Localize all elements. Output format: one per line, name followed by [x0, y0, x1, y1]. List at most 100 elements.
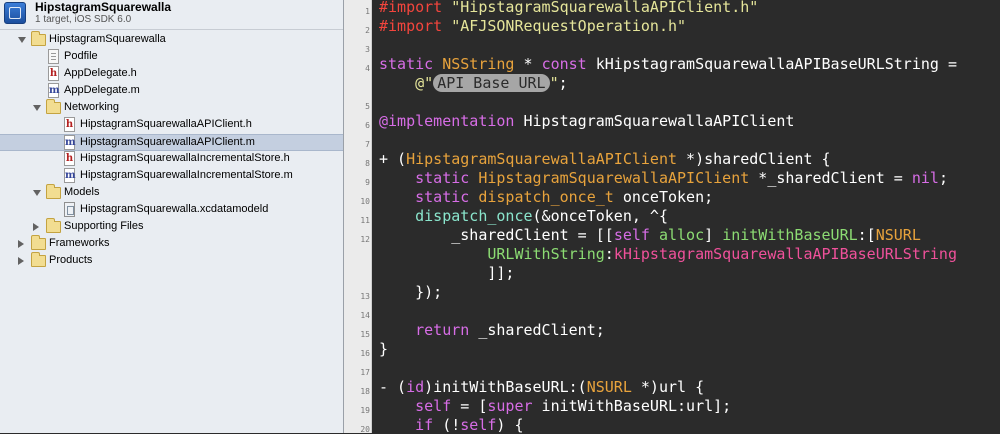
code-token: = [	[451, 397, 488, 415]
code-token: self	[613, 226, 650, 244]
disclosure-open-icon[interactable]	[18, 37, 26, 43]
navigator-file[interactable]: Podfile	[0, 49, 343, 66]
code-token: _sharedClient = [[	[451, 226, 614, 244]
navigator-item-label: HipstagramSquarewalla.xcdatamodeld	[80, 203, 269, 215]
project-header[interactable]: HipstagramSquarewalla 1 target, iOS SDK …	[0, 0, 343, 28]
navigator-item-label: Networking	[64, 101, 120, 113]
code-token: });	[415, 283, 443, 301]
code-token: "	[549, 74, 559, 92]
navigator-item-label: Podfile	[64, 50, 98, 62]
document-icon	[48, 49, 59, 64]
code-line: });	[379, 283, 442, 301]
code-token: self	[460, 416, 497, 433]
code-line: dispatch_once(&onceToken, ^{	[379, 207, 668, 225]
disclosure-closed-icon[interactable]	[18, 240, 24, 248]
code-token: HipstagramSquarewallaAPIClient	[406, 150, 678, 168]
code-token: HipstagramSquarewallaAPIClient	[478, 169, 750, 187]
navigator-file[interactable]: m HipstagramSquarewallaIncrementalStore.m	[0, 168, 343, 185]
line-number: 18	[360, 387, 370, 396]
navigator-item-label: Models	[64, 186, 100, 198]
navigator-item-label: HipstagramSquarewallaIncrementalStore.m	[80, 169, 293, 181]
navigator-file[interactable]: h AppDelegate.h	[0, 66, 343, 83]
disclosure-closed-icon[interactable]	[33, 223, 39, 231]
code-token: )initWithBaseURL:(	[424, 378, 587, 396]
disclosure-closed-icon[interactable]	[18, 257, 24, 265]
code-token: #import	[379, 17, 452, 35]
code-token: initWithBaseURL	[722, 226, 858, 244]
code-token: "AFJSONRequestOperation.h"	[451, 17, 687, 35]
project-name: HipstagramSquarewalla	[35, 0, 172, 14]
line-number: 4	[365, 64, 370, 73]
navigator-item-label: Products	[49, 254, 93, 266]
navigator-item-label: HipstagramSquarewallaAPIClient.h	[80, 118, 252, 130]
code-token: ) {	[496, 416, 524, 433]
code-token: static	[379, 55, 434, 73]
objc-source-file-icon: m	[64, 168, 76, 183]
project-navigator: HipstagramSquarewalla 1 target, iOS SDK …	[0, 0, 344, 433]
line-number: 11	[360, 216, 370, 225]
code-token: NSString	[442, 55, 515, 73]
folder-icon	[46, 99, 61, 114]
code-token: static	[415, 188, 470, 206]
code-line: URLWithString:kHipstagramSquarewallaAPIB…	[379, 245, 957, 263]
code-token: *_sharedClient =	[749, 169, 912, 187]
code-token: HipstagramSquarewallaAPIClient	[514, 112, 795, 130]
objc-source-file-icon: m	[64, 135, 76, 150]
line-number: 12	[360, 235, 370, 244]
placeholder-token[interactable]: API Base URL	[433, 74, 550, 92]
navigator-item-label: Supporting Files	[64, 220, 144, 232]
navigator-item-label: HipstagramSquarewallaAPIClient.m	[80, 136, 255, 148]
navigator-file[interactable]: m AppDelegate.m	[0, 83, 343, 100]
navigator-folder[interactable]: Products	[0, 252, 343, 270]
navigator-item-label: HipstagramSquarewallaIncrementalStore.h	[80, 152, 290, 164]
source-editor[interactable]: #import "HipstagramSquarewallaAPIClient.…	[372, 0, 1000, 433]
code-line: if (!self) {	[379, 416, 524, 433]
navigator-file[interactable]: m HipstagramSquarewallaAPIClient.m	[0, 134, 343, 151]
project-subtitle: 1 target, iOS SDK 6.0	[35, 14, 132, 25]
line-number: 15	[360, 330, 370, 339]
code-token: @"	[415, 74, 434, 92]
code-token: *)url {	[631, 378, 705, 396]
navigator-item-label: AppDelegate.h	[64, 67, 137, 79]
folder-icon	[46, 218, 61, 233]
navigator-folder[interactable]: HipstagramSquarewalla	[0, 31, 343, 49]
navigator-file[interactable]: h HipstagramSquarewallaIncrementalStore.h	[0, 151, 343, 168]
line-number: 16	[360, 349, 370, 358]
header-file-icon: h	[64, 117, 75, 132]
code-token: ]];	[487, 264, 515, 282]
code-token: dispatch_once_t	[478, 188, 614, 206]
disclosure-open-icon[interactable]	[33, 190, 41, 196]
folder-icon	[31, 31, 46, 46]
code-token: const	[541, 55, 587, 73]
code-token: (!	[433, 416, 461, 433]
code-line: }	[379, 340, 388, 358]
code-token: kHipstagramSquarewallaAPIBaseURLString =	[586, 55, 967, 73]
line-number: 7	[365, 140, 370, 149]
code-line: #import "AFJSONRequestOperation.h"	[379, 17, 686, 35]
navigator-file[interactable]: h HipstagramSquarewallaAPIClient.h	[0, 117, 343, 134]
code-token: ;	[938, 169, 948, 187]
code-token: kHipstagramSquarewallaAPIBaseURLString	[613, 245, 957, 263]
code-line: ]];	[379, 264, 514, 282]
code-token: *)sharedClient {	[677, 150, 831, 168]
header-file-icon: h	[48, 66, 59, 81]
navigator-file[interactable]: HipstagramSquarewalla.xcdatamodeld	[0, 202, 343, 219]
navigator-folder[interactable]: Supporting Files	[0, 218, 343, 236]
data-model-icon	[64, 202, 75, 217]
disclosure-open-icon[interactable]	[33, 105, 41, 111]
divider	[0, 29, 343, 30]
code-token: _sharedClient;	[469, 321, 605, 339]
navigator-folder[interactable]: Models	[0, 184, 343, 202]
code-token: if	[415, 416, 434, 433]
navigator-item-label: HipstagramSquarewalla	[49, 33, 166, 45]
code-token: nil	[911, 169, 939, 187]
line-number: 10	[360, 197, 370, 206]
navigator-folder[interactable]: Networking	[0, 99, 343, 117]
line-number-gutter: 1 2 3 4 5 6 7 8 9 10 11 12 13 14 15 16 17 18 19 20	[344, 0, 372, 434]
folder-icon	[31, 235, 46, 250]
code-token: *	[514, 55, 542, 73]
code-line: static NSString * const kHipstagramSquar…	[379, 55, 966, 73]
navigator-folder[interactable]: Frameworks	[0, 235, 343, 253]
code-token: onceToken;	[613, 188, 714, 206]
